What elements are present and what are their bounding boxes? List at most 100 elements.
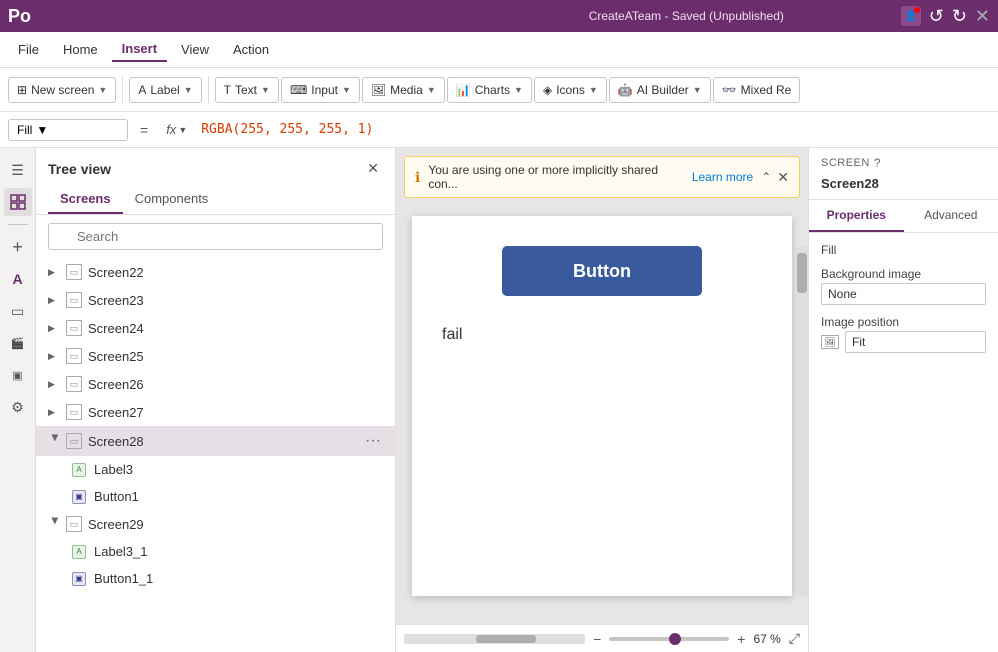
undo-icon[interactable]: ↺ — [929, 6, 944, 27]
fx-caret: ▼ — [178, 125, 187, 135]
vertical-scrollbar[interactable] — [796, 246, 808, 596]
menu-insert[interactable]: Insert — [112, 37, 167, 62]
tree-item-button1-1[interactable]: ▣ Button1_1 — [36, 565, 395, 592]
fit-screen-button[interactable]: ⤢ — [789, 630, 800, 647]
tree-items: ▶ ▭ Screen22 ▶ ▭ Screen23 ▶ ▭ Screen24 ▶… — [36, 258, 395, 652]
fill-selector[interactable]: Fill ▼ — [8, 119, 128, 141]
charts-caret: ▼ — [514, 85, 523, 95]
screen-help-icon[interactable]: ? — [874, 156, 881, 170]
canvas-label: fail — [442, 326, 462, 344]
text-caret: ▼ — [261, 85, 270, 95]
zoom-in-button[interactable]: + — [733, 631, 749, 647]
rectangle-icon[interactable]: ▭ — [4, 297, 32, 325]
title-bar: Po CreateATeam - Saved (Unpublished) 👤 ↺… — [0, 0, 998, 32]
tree-item-label3[interactable]: A Label3 — [36, 456, 395, 483]
image-position-icon: 🖼 — [821, 335, 839, 349]
screen-icon-27: ▭ — [66, 404, 82, 420]
horizontal-scrollbar[interactable] — [404, 634, 585, 644]
charts-button[interactable]: 📊 Charts ▼ — [447, 77, 532, 103]
tree-item-screen25[interactable]: ▶ ▭ Screen25 — [36, 342, 395, 370]
tree-item-screen28[interactable]: ▶ ▭ Screen28 ··· — [36, 426, 395, 456]
new-screen-button[interactable]: ⊞ New screen ▼ — [8, 77, 116, 103]
hamburger-icon[interactable]: ☰ — [4, 156, 32, 184]
tree-close-button[interactable]: ✕ — [363, 158, 383, 179]
right-screen-header: SCREEN ? — [809, 148, 998, 174]
zoom-out-button[interactable]: − — [589, 631, 605, 647]
tab-components[interactable]: Components — [123, 185, 221, 214]
bg-image-value[interactable]: None — [821, 283, 986, 305]
formula-input[interactable] — [201, 122, 990, 137]
canvas-button: Button — [502, 246, 702, 296]
ai-builder-button[interactable]: 🤖 AI Builder ▼ — [609, 77, 711, 103]
screen22-label: Screen22 — [88, 265, 383, 280]
menu-action[interactable]: Action — [223, 38, 279, 61]
input-button[interactable]: ⌨ Input ▼ — [281, 77, 360, 103]
text-button[interactable]: T Text ▼ — [215, 77, 279, 103]
image-position-value-row: 🖼 Fit — [821, 331, 986, 353]
tree-item-button1[interactable]: ▣ Button1 — [36, 483, 395, 510]
new-screen-icon: ⊞ — [17, 83, 27, 97]
new-screen-label: New screen — [31, 83, 94, 97]
charts-label: Charts — [475, 83, 510, 97]
media-tool-icon[interactable]: 🎬 — [4, 329, 32, 357]
search-input[interactable] — [48, 223, 383, 250]
icons-label: Icons — [556, 83, 585, 97]
text-label: Text — [235, 83, 257, 97]
media-button[interactable]: 🖼 Media ▼ — [362, 77, 445, 103]
menu-view[interactable]: View — [171, 38, 219, 61]
tree-item-screen24[interactable]: ▶ ▭ Screen24 — [36, 314, 395, 342]
tab-properties[interactable]: Properties — [809, 200, 904, 232]
redo-icon[interactable]: ↻ — [952, 6, 967, 27]
notification-collapse-button[interactable]: ⌃ — [761, 170, 771, 184]
zoom-slider[interactable] — [609, 637, 729, 641]
screen-icon-29: ▭ — [66, 516, 82, 532]
ai-builder-icon: 🤖 — [618, 83, 633, 97]
formula-bar: Fill ▼ = fx ▼ — [0, 112, 998, 148]
screen-name: Screen28 — [809, 174, 998, 200]
canvas-bottom-bar: − + 67 % ⤢ — [396, 624, 808, 652]
screen29-label: Screen29 — [88, 517, 383, 532]
grid-icon[interactable]: ▣ — [4, 361, 32, 389]
label-button[interactable]: A Label ▼ — [129, 77, 201, 103]
screen-frame: Button fail — [412, 216, 792, 596]
menu-file[interactable]: File — [8, 38, 49, 61]
tree-item-screen22[interactable]: ▶ ▭ Screen22 — [36, 258, 395, 286]
tree-item-label3-1[interactable]: A Label3_1 — [36, 538, 395, 565]
account-icon[interactable]: 👤 — [901, 6, 921, 26]
fill-property: Fill — [821, 243, 986, 257]
tree-item-screen26[interactable]: ▶ ▭ Screen26 — [36, 370, 395, 398]
screens-icon[interactable] — [4, 188, 32, 216]
label3-text: Label3 — [94, 462, 383, 477]
tab-screens[interactable]: Screens — [48, 185, 123, 214]
charts-icon: 📊 — [456, 83, 471, 97]
expand-icon-26: ▶ — [48, 379, 62, 390]
label-icon: A — [138, 83, 146, 97]
screen26-label: Screen26 — [88, 377, 383, 392]
fill-property-label: Fill — [821, 243, 986, 257]
settings-icon[interactable]: ⚙ — [4, 393, 32, 421]
text-tool-icon[interactable]: A — [4, 265, 32, 293]
close-icon[interactable]: ✕ — [975, 6, 990, 27]
button1-1-icon: ▣ — [72, 572, 86, 586]
screen-icon-23: ▭ — [66, 292, 82, 308]
screen-section-label: SCREEN — [821, 157, 870, 169]
button1-icon: ▣ — [72, 490, 86, 504]
add-icon[interactable]: + — [4, 233, 32, 261]
equals-sign: = — [136, 122, 152, 138]
screen28-more-button[interactable]: ··· — [363, 432, 383, 450]
tab-advanced[interactable]: Advanced — [904, 200, 998, 232]
notification-close-button[interactable]: ✕ — [777, 169, 789, 186]
notification-actions: ⌃ ✕ — [761, 169, 789, 186]
menu-home[interactable]: Home — [53, 38, 108, 61]
tree-item-screen29[interactable]: ▶ ▭ Screen29 — [36, 510, 395, 538]
tree-item-screen27[interactable]: ▶ ▭ Screen27 — [36, 398, 395, 426]
image-position-value[interactable]: Fit — [845, 331, 986, 353]
canvas-area: ℹ You are using one or more implicitly s… — [396, 148, 808, 652]
mixed-re-button[interactable]: 👓 Mixed Re — [713, 77, 801, 103]
scroll-thumb-h — [476, 635, 536, 643]
icons-button[interactable]: ◈ Icons ▼ — [534, 77, 607, 103]
learn-more-link[interactable]: Learn more — [692, 170, 753, 184]
fx-button[interactable]: fx ▼ — [160, 122, 193, 137]
tree-item-screen23[interactable]: ▶ ▭ Screen23 — [36, 286, 395, 314]
button1-text: Button1 — [94, 489, 383, 504]
